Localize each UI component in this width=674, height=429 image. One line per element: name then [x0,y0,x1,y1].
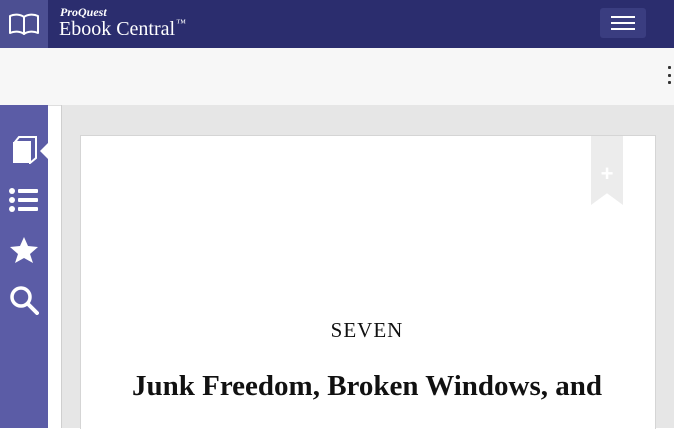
active-panel-indicator [40,142,49,160]
search-icon[interactable] [0,277,48,323]
chapter-number: SEVEN [330,318,404,342]
hamburger-menu-icon[interactable] [600,8,646,38]
top-navigation-bar: ProQuest Ebook Central™ [0,0,674,48]
list-icon[interactable] [0,177,48,223]
trademark-symbol: ™ [176,18,186,29]
brand-name: Ebook Central [59,18,176,40]
chapter-title: Junk Freedom, Broken Windows, and [131,370,603,402]
reader-toolbar [0,48,674,106]
open-book-icon[interactable] [0,0,48,48]
brand-ebook-central[interactable]: Ebook Central™ [59,18,186,41]
star-icon[interactable] [0,227,48,273]
vertical-dots-icon[interactable] [668,66,674,84]
